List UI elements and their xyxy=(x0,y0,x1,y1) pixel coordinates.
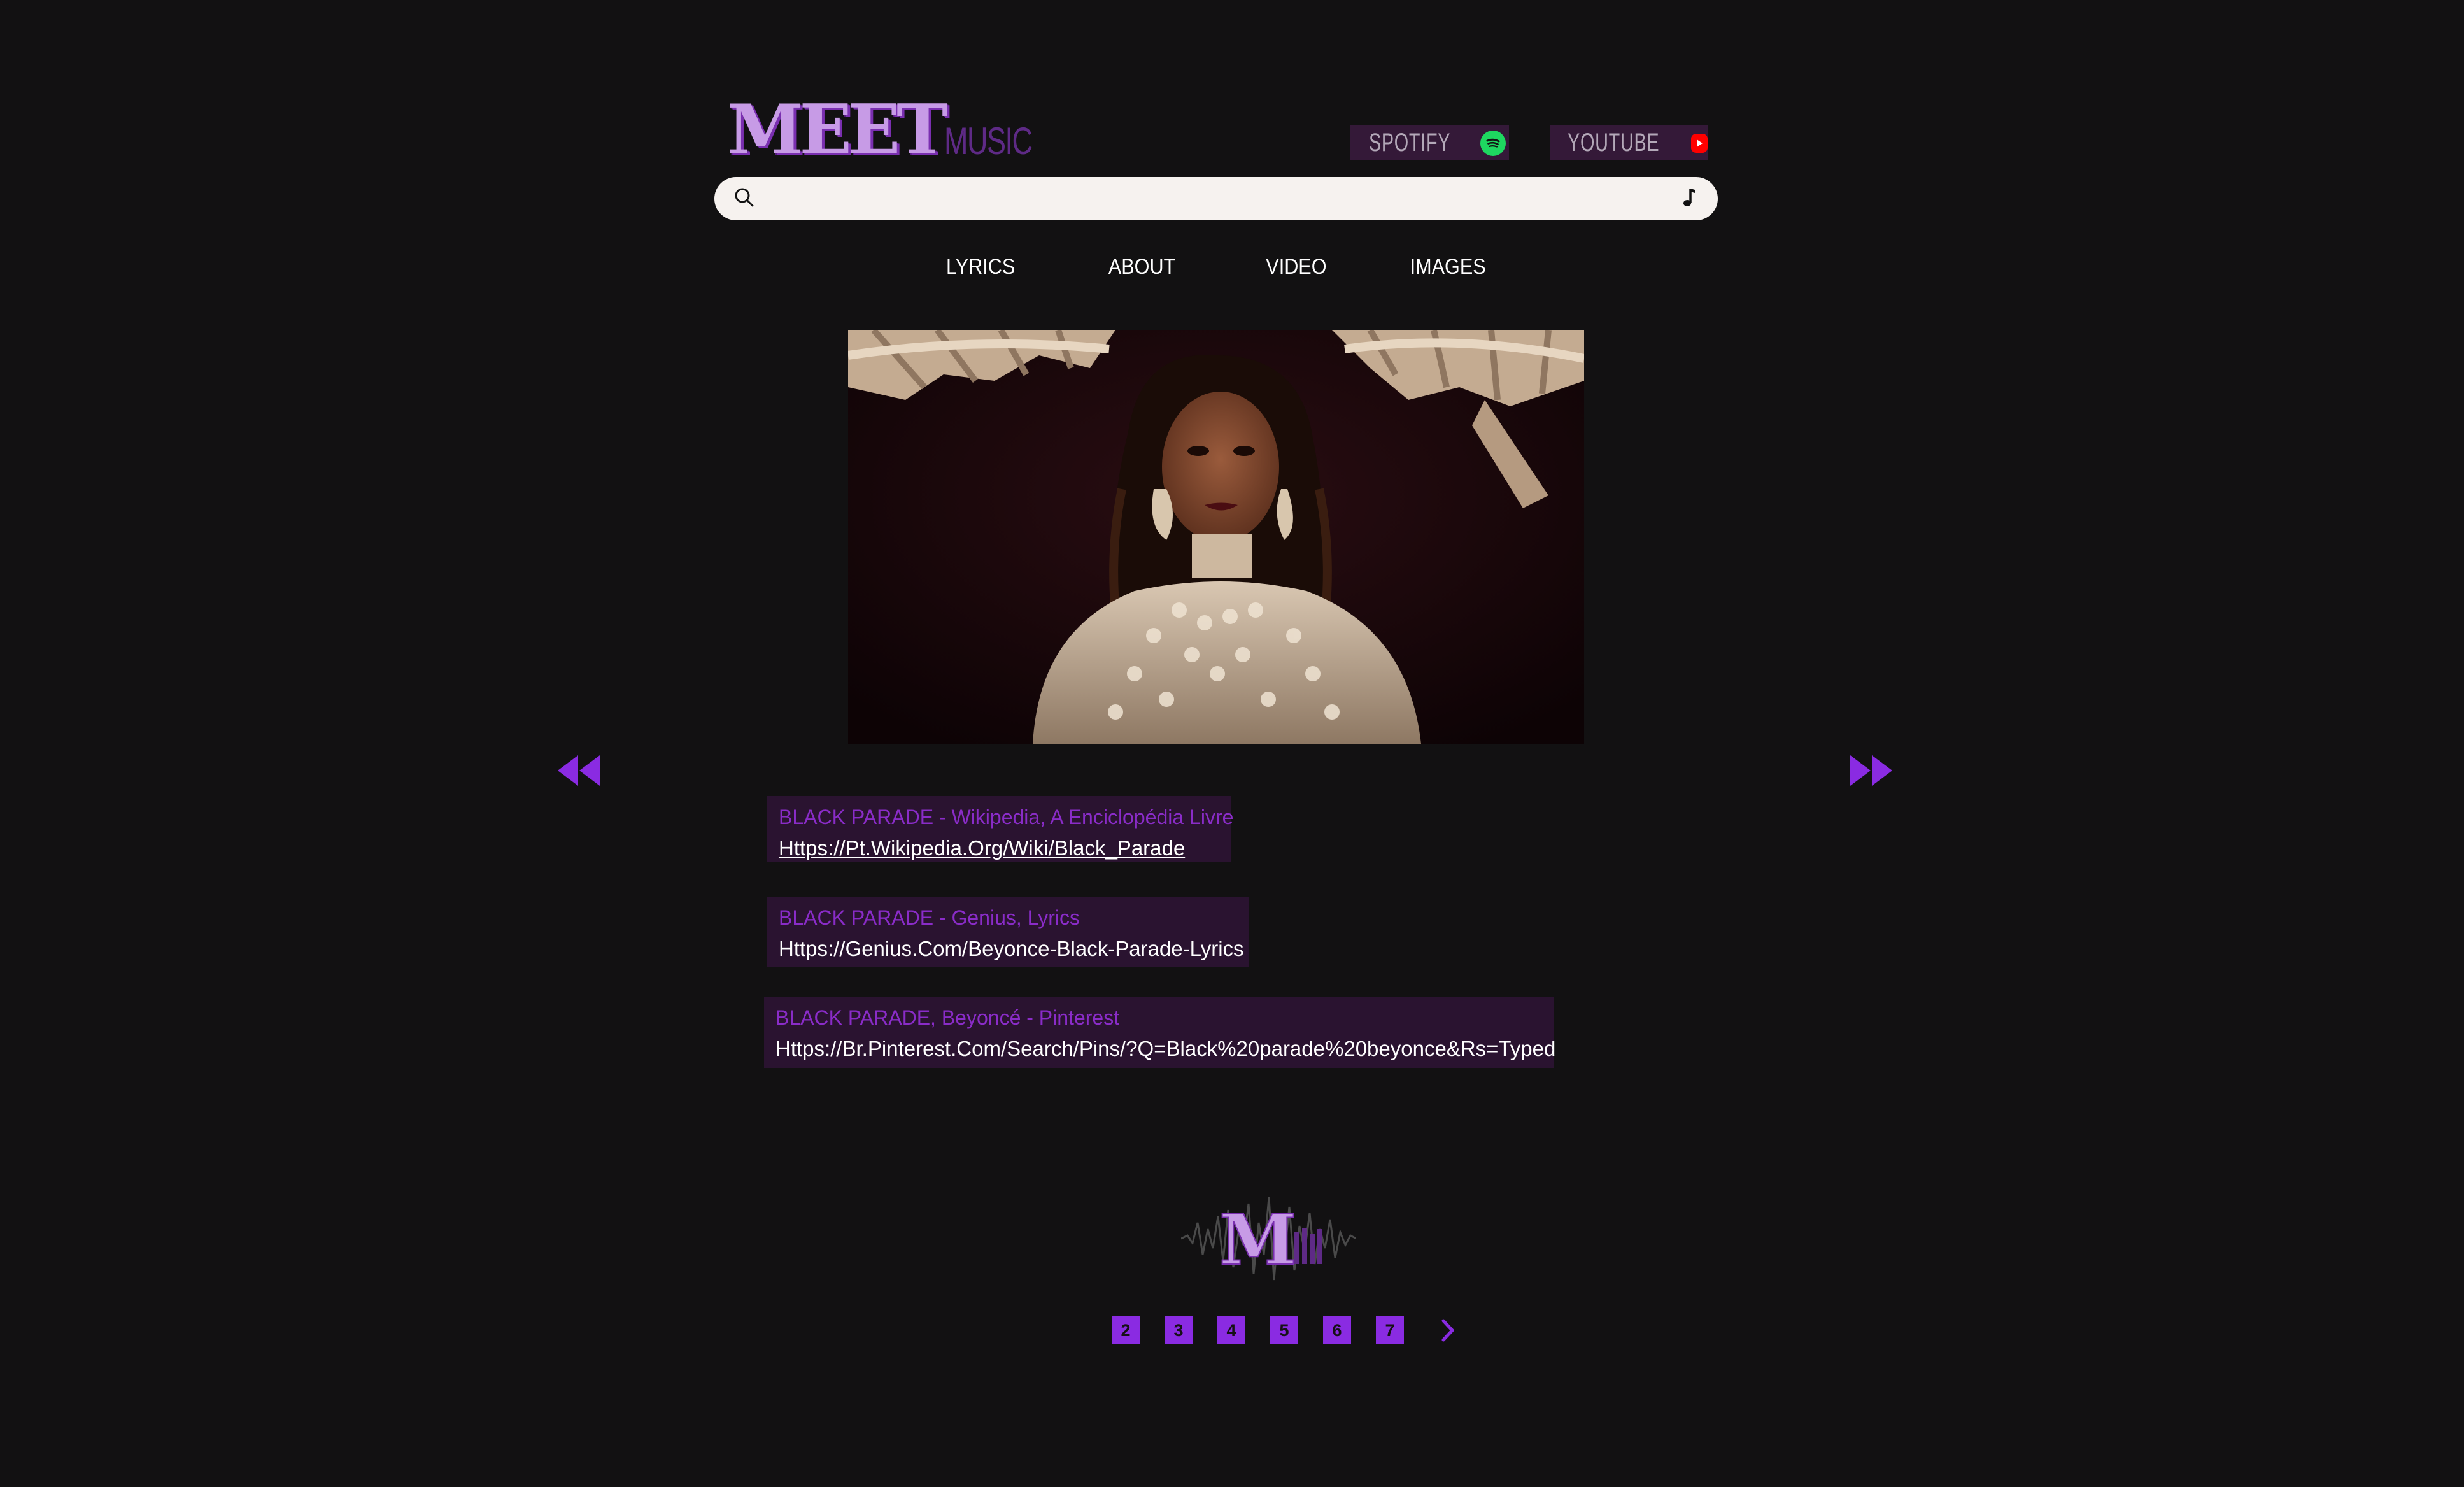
result-url[interactable]: Https://Br.Pinterest.Com/Search/Pins/?Q=… xyxy=(775,1032,1555,1065)
logo-music: MUSIC xyxy=(944,120,1033,162)
nav-video[interactable]: VIDEO xyxy=(1266,255,1326,280)
result-item[interactable]: BLACK PARADE - Genius, Lyrics Https://Ge… xyxy=(767,897,1249,967)
fast-forward-icon xyxy=(1850,755,1892,786)
nav-about[interactable]: ABOUT xyxy=(1108,255,1175,280)
search-input[interactable] xyxy=(769,185,1680,212)
pagination: 2 3 4 5 6 7 xyxy=(1112,1316,1462,1344)
page-button[interactable]: 6 xyxy=(1323,1316,1351,1344)
prev-button[interactable] xyxy=(556,753,601,788)
result-url[interactable]: Https://Genius.Com/Beyonce-Black-Parade-… xyxy=(779,932,1244,965)
result-title[interactable]: BLACK PARADE, Beyoncé - Pinterest xyxy=(775,1003,1542,1032)
result-url[interactable]: Https://Pt.Wikipedia.Org/Wiki/Black_Para… xyxy=(779,832,1219,865)
page-button[interactable]: 3 xyxy=(1165,1316,1193,1344)
footer-logo-letter: M xyxy=(1219,1199,1297,1281)
next-button[interactable] xyxy=(1849,753,1894,788)
spotify-button[interactable]: SPOTIFY xyxy=(1350,125,1509,160)
page-button[interactable]: 2 xyxy=(1112,1316,1140,1344)
page-button[interactable]: 4 xyxy=(1217,1316,1245,1344)
hero-photo xyxy=(848,330,1584,744)
hero-image xyxy=(848,330,1584,744)
next-page-button[interactable] xyxy=(1434,1316,1462,1344)
youtube-label: YOUTUBE xyxy=(1568,129,1660,157)
chevron-right-icon xyxy=(1441,1319,1454,1342)
nav-lyrics[interactable]: LYRICS xyxy=(946,255,1015,280)
youtube-icon xyxy=(1691,133,1708,153)
page: MEET MUSIC SPOTIFY YOUTUBE LYRICS ABOUT … xyxy=(0,0,2464,1487)
result-item[interactable]: BLACK PARADE, Beyoncé - Pinterest Https:… xyxy=(764,997,1555,1068)
result-title[interactable]: BLACK PARADE - Genius, Lyrics xyxy=(779,903,1237,932)
result-title[interactable]: BLACK PARADE - Wikipedia, A Enciclopédia… xyxy=(779,802,1233,832)
spotify-label: SPOTIFY xyxy=(1368,129,1451,157)
music-note-icon[interactable] xyxy=(1680,186,1699,212)
search-icon[interactable] xyxy=(733,187,755,211)
nav-images[interactable]: IMAGES xyxy=(1410,255,1486,280)
result-item[interactable]: BLACK PARADE - Wikipedia, A Enciclopédia… xyxy=(767,796,1233,865)
youtube-button[interactable]: YOUTUBE xyxy=(1550,125,1708,160)
footer-logo[interactable]: M xyxy=(1180,1185,1357,1293)
main-nav: LYRICS ABOUT VIDEO IMAGES xyxy=(0,255,2464,287)
page-button[interactable]: 5 xyxy=(1270,1316,1298,1344)
footer-logo-mark: M xyxy=(1180,1197,1357,1281)
search-bar xyxy=(714,177,1718,220)
page-button[interactable]: 7 xyxy=(1376,1316,1404,1344)
rewind-icon xyxy=(558,755,600,786)
logo-meet: MEET xyxy=(727,90,948,170)
spotify-icon xyxy=(1480,130,1506,156)
site-logo[interactable]: MEET MUSIC xyxy=(727,96,1061,164)
